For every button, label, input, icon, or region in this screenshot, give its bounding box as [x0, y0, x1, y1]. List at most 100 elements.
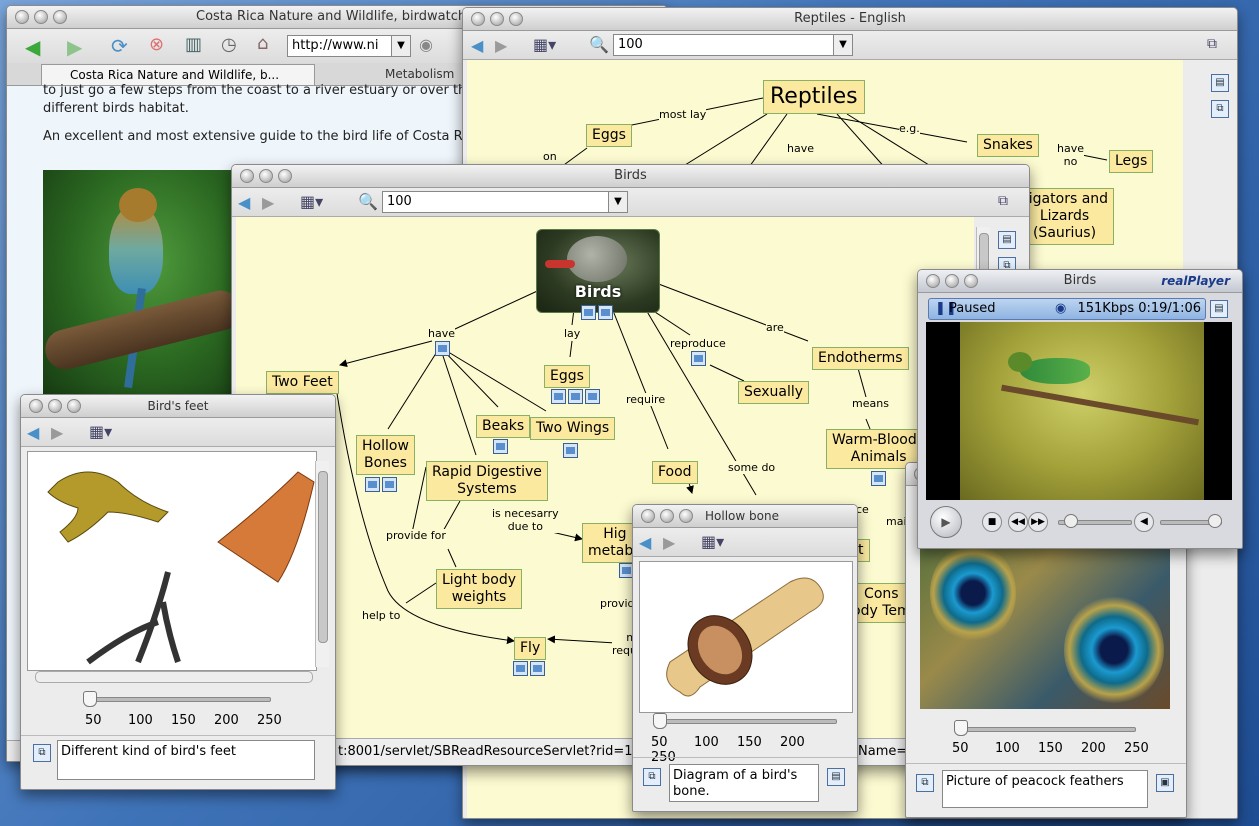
chevron-down-icon[interactable]: ▼	[833, 35, 852, 55]
book-icon[interactable]: ▤	[1211, 74, 1229, 92]
view-menu-icon[interactable]: ▦▾	[533, 35, 556, 54]
reptiles-zoom-select[interactable]: 100 ▼	[613, 34, 853, 56]
concept-fly[interactable]: Fly	[514, 637, 547, 660]
network-icon[interactable]: ⧉	[1207, 36, 1217, 52]
zoom-button[interactable]	[278, 169, 292, 183]
network-icon[interactable]: ⧉	[998, 193, 1008, 209]
link-document-icon[interactable]	[691, 351, 706, 366]
feet-title-bar[interactable]: Bird's feet	[21, 395, 335, 418]
feet-scroll-track[interactable]	[35, 671, 313, 683]
stop-icon[interactable]: ⊗	[149, 34, 164, 55]
volume-icon[interactable]: ◀	[1134, 512, 1154, 532]
zoom-button[interactable]	[67, 399, 81, 413]
chevron-down-icon[interactable]: ▼	[608, 192, 627, 212]
url-field[interactable]: http://www.ni ▼	[287, 35, 411, 57]
back-arrow-icon[interactable]: ◀	[27, 423, 39, 442]
zoom-button[interactable]	[53, 10, 67, 24]
feet-zoom-slider-knob[interactable]	[83, 691, 97, 707]
zoom-button[interactable]	[509, 12, 523, 26]
realplayer-title-bar[interactable]: Birds realPlayer	[918, 270, 1242, 293]
minimize-button[interactable]	[48, 399, 62, 413]
image-icon[interactable]	[365, 477, 380, 492]
close-button[interactable]	[240, 169, 254, 183]
zoom-icon[interactable]: 🔍	[589, 35, 609, 54]
reload-icon[interactable]: ⟳	[111, 34, 128, 58]
image-icon[interactable]	[493, 439, 508, 454]
forward-arrow-icon[interactable]: ▶	[51, 423, 63, 442]
back-arrow-icon[interactable]: ◀	[471, 36, 483, 55]
view-menu-icon[interactable]: ▦▾	[701, 532, 724, 551]
video-icon[interactable]	[530, 661, 545, 676]
minimize-button[interactable]	[259, 169, 273, 183]
forward-arrow-icon[interactable]: ▶	[495, 36, 507, 55]
image-icon[interactable]	[513, 661, 528, 676]
concept-sexually[interactable]: Sexually	[738, 381, 810, 404]
reptiles-title-bar[interactable]: Reptiles - English	[463, 8, 1237, 31]
close-button[interactable]	[29, 399, 43, 413]
back-arrow-icon[interactable]: ◀	[25, 35, 40, 59]
scroll-thumb[interactable]	[318, 471, 328, 643]
concept-food[interactable]: Food	[652, 461, 698, 484]
birds-zoom-select[interactable]: 100 ▼	[382, 191, 628, 213]
concept-birds[interactable]: Birds	[536, 229, 660, 313]
forward-arrow-icon[interactable]: ▶	[67, 35, 82, 59]
concept-two-wings[interactable]: Two Wings	[530, 417, 616, 440]
feet-zoom-slider[interactable]	[83, 697, 271, 702]
concept-beaks[interactable]: Beaks	[476, 415, 531, 438]
concept-reptiles[interactable]: Reptiles	[763, 80, 865, 114]
hollow-zoom-slider-knob[interactable]	[653, 713, 667, 729]
minimize-button[interactable]	[490, 12, 504, 26]
hollow-title-bar[interactable]: Hollow bone	[633, 505, 857, 528]
rewind-button[interactable]: ◀◀	[1008, 512, 1028, 532]
go-icon[interactable]: ◉	[419, 35, 433, 54]
concept-two-feet[interactable]: Two Feet	[266, 371, 339, 394]
concept-endotherms[interactable]: Endotherms	[812, 347, 909, 370]
minimize-button[interactable]	[660, 509, 674, 523]
document-icon[interactable]	[871, 471, 886, 486]
document-icon[interactable]	[585, 389, 600, 404]
document-icon[interactable]	[581, 305, 596, 320]
peacock-zoom-slider[interactable]	[962, 727, 1136, 732]
image-icon[interactable]	[551, 389, 566, 404]
forward-arrow-icon[interactable]: ▶	[262, 193, 274, 212]
close-button[interactable]	[926, 274, 940, 288]
peacock-zoom-slider-knob[interactable]	[954, 720, 968, 736]
chevron-down-icon[interactable]: ▼	[391, 36, 410, 56]
concept-icon[interactable]: ⧉	[643, 768, 661, 786]
concept-rapid-digestive[interactable]: Rapid Digestive Systems	[426, 461, 548, 501]
fast-forward-button[interactable]: ▶▶	[1028, 512, 1048, 532]
zoom-button[interactable]	[964, 274, 978, 288]
document-icon[interactable]	[382, 477, 397, 492]
minimize-button[interactable]	[945, 274, 959, 288]
close-button[interactable]	[15, 10, 29, 24]
link-image-icon[interactable]	[435, 341, 450, 356]
close-button[interactable]	[641, 509, 655, 523]
concept-icon[interactable]: ⧉	[916, 774, 934, 792]
position-knob[interactable]	[1064, 514, 1078, 528]
image-icon[interactable]	[598, 305, 613, 320]
zoom-icon[interactable]: 🔍	[358, 192, 378, 211]
zoom-button[interactable]	[679, 509, 693, 523]
close-button[interactable]	[471, 12, 485, 26]
view-menu-icon[interactable]: ▦▾	[300, 192, 323, 211]
stop-button[interactable]: ■	[982, 512, 1002, 532]
image-icon[interactable]	[563, 443, 578, 458]
forward-arrow-icon[interactable]: ▶	[663, 533, 675, 552]
birds-title-bar[interactable]: Birds	[232, 165, 1029, 188]
book-icon[interactable]: ▤	[998, 231, 1016, 249]
back-arrow-icon[interactable]: ◀	[639, 533, 651, 552]
feet-vertical-scrollbar[interactable]	[315, 461, 329, 667]
concept-eggs[interactable]: Eggs	[544, 365, 590, 388]
hollow-zoom-slider[interactable]	[655, 719, 837, 724]
home-icon[interactable]: ⌂	[257, 33, 268, 54]
back-arrow-icon[interactable]: ◀	[238, 193, 250, 212]
concept-eggs[interactable]: Eggs	[586, 124, 632, 147]
volume-knob[interactable]	[1208, 514, 1222, 528]
concept-icon[interactable]: ⧉	[33, 744, 51, 762]
bookmarks-icon[interactable]: ▥	[185, 34, 202, 55]
history-icon[interactable]: ◷	[221, 34, 237, 55]
view-menu-icon[interactable]: ▦▾	[89, 422, 112, 441]
minimize-button[interactable]	[34, 10, 48, 24]
play-button[interactable]: ▶	[930, 506, 962, 538]
concept-light-body[interactable]: Light body weights	[436, 569, 523, 609]
